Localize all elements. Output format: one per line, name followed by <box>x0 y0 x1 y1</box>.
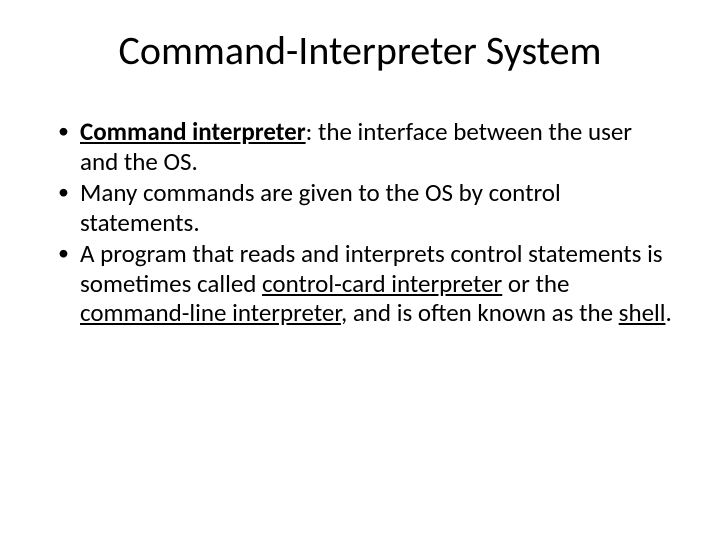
term-shell: shell <box>619 297 666 328</box>
bullet-text: or the <box>502 268 569 299</box>
list-item: Many commands are given to the OS by con… <box>58 178 672 237</box>
bullet-list: Command interpreter: the interface betwe… <box>48 117 672 328</box>
term-command-interpreter: Command interpreter <box>80 116 306 147</box>
term-control-card-interpreter: control-card interpreter <box>262 268 502 299</box>
slide: Command-Interpreter System Command inter… <box>0 0 720 540</box>
term-command-line-interpreter: command-line interpreter <box>80 297 341 328</box>
list-item: A program that reads and interprets cont… <box>58 239 672 328</box>
list-item: Command interpreter: the interface betwe… <box>58 117 672 176</box>
bullet-text: , and is often known as the <box>341 297 619 328</box>
slide-title: Command-Interpreter System <box>48 26 672 75</box>
bullet-text: Many commands are given to the OS by con… <box>80 177 561 238</box>
bullet-text: . <box>666 297 672 328</box>
